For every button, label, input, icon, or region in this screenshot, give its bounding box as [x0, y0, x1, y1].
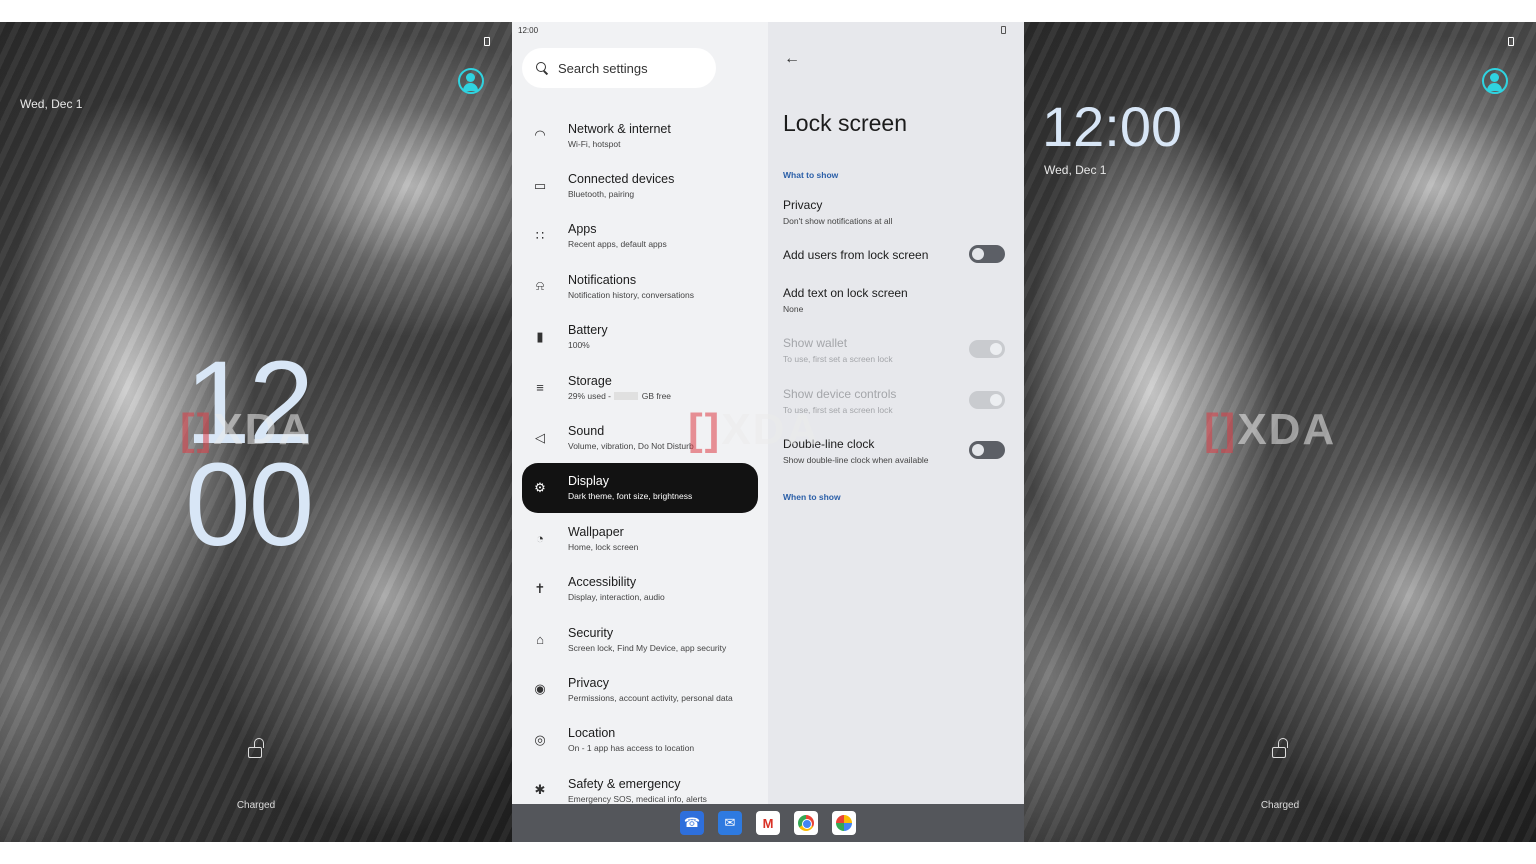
device-controls-toggle — [969, 391, 1005, 409]
user-avatar-icon[interactable] — [1482, 68, 1508, 94]
lock-date: Wed, Dec 1 — [20, 97, 83, 111]
menu-item-safety[interactable]: ✱ Safety & emergency Emergency SOS, medic… — [522, 765, 758, 804]
battery-icon — [484, 37, 490, 46]
menu-item-notifications[interactable]: ⍾ Notifications Notification history, con… — [522, 261, 758, 311]
lock-screen-settings-pane: ← Lock screen What to show Privacy Don't… — [688, 22, 1024, 804]
wifi-icon: ◠ — [534, 127, 546, 143]
lock-clock-single-line: 12:00 — [1042, 95, 1183, 158]
search-bar[interactable] — [522, 48, 716, 88]
menu-item-location[interactable]: ◎ Location On - 1 app has access to locat… — [522, 715, 758, 765]
palette-icon: ◔ — [536, 530, 544, 546]
menu-item-security[interactable]: ⌂ Security Screen lock, Find My Device, a… — [522, 614, 758, 664]
status-battery-icon — [1001, 26, 1006, 34]
menu-item-wallpaper[interactable]: ◔ Wallpaper Home, lock screen — [522, 513, 758, 563]
menu-item-battery[interactable]: ▮ Battery 100% — [522, 312, 758, 362]
section-header-what-to-show: What to show — [783, 170, 839, 180]
setting-add-text[interactable]: Add text on lock screen None — [783, 286, 1015, 314]
menu-item-privacy[interactable]: ◉ Privacy Permissions, account activity, … — [522, 664, 758, 714]
phone-app-icon[interactable]: ☎ — [680, 811, 704, 835]
menu-item-apps[interactable]: ∷ Apps Recent apps, default apps — [522, 211, 758, 261]
gmail-app-icon[interactable]: M — [756, 811, 780, 835]
section-header-when-to-show: When to show — [783, 492, 841, 502]
add-users-toggle[interactable] — [969, 245, 1005, 263]
apps-grid-icon: ∷ — [535, 227, 545, 243]
user-avatar-icon[interactable] — [458, 68, 484, 94]
watermark-logo: []XDA — [1204, 405, 1337, 454]
battery-icon: ▮ — [536, 328, 544, 344]
setting-privacy[interactable]: Privacy Don't show notifications at all — [783, 198, 1015, 226]
settings-menu: ◠ Network & internet Wi-Fi, hotspot ▭ Con… — [522, 110, 758, 804]
storage-icon: ≡ — [536, 379, 544, 395]
unlock-icon[interactable] — [248, 738, 266, 758]
settings-window: 12:00 ◠ Network & internetWi-Fi, hotspot… — [512, 22, 1024, 842]
bell-icon: ⍾ — [535, 278, 545, 294]
lock-date: Wed, Dec 1 — [1044, 163, 1107, 177]
brightness-icon: ⚙ — [534, 479, 546, 495]
photos-app-icon[interactable] — [832, 811, 856, 835]
chrome-app-icon[interactable] — [794, 811, 818, 835]
setting-add-users[interactable]: Add users from lock screen — [783, 245, 1015, 263]
asterisk-icon: ✱ — [534, 782, 546, 798]
search-input[interactable] — [558, 60, 698, 76]
location-pin-icon: ◎ — [534, 731, 546, 747]
page-title: Lock screen — [783, 110, 908, 136]
charging-status: Charged — [1260, 800, 1300, 811]
battery-icon — [1508, 37, 1514, 46]
lock-screen-right: 12:00 Wed, Dec 1 []XDA Charged — [1024, 22, 1536, 842]
menu-item-connected-devices[interactable]: ▭ Connected devices Bluetooth, pairing — [522, 160, 758, 210]
menu-item-display[interactable]: ⚙ Display Dark theme, font size, brightne… — [522, 462, 758, 514]
lock-screen-left: Wed, Dec 1 12 00 []XDA Charged — [0, 22, 512, 842]
menu-item-accessibility[interactable]: ✝ Accessibility Display, interaction, aud… — [522, 564, 758, 614]
status-time: 12:00 — [518, 26, 539, 35]
setting-show-wallet: Show wallet To use, first set a screen l… — [783, 336, 1015, 364]
screenshot-stage: Wed, Dec 1 12 00 []XDA Charged 12:00 ◠ N… — [0, 22, 1536, 842]
eye-icon: ◉ — [534, 681, 546, 697]
lock-icon: ⌂ — [536, 631, 544, 647]
taskbar-dock: ☎ ✉ M — [512, 804, 1024, 842]
watermark-logo: []XDA — [180, 405, 313, 454]
clock-minutes: 00 — [185, 439, 314, 571]
speaker-icon: ◁ — [535, 429, 545, 445]
double-line-clock-toggle[interactable] — [969, 441, 1005, 459]
watermark-logo: []XDA — [688, 405, 821, 454]
redacted-value — [614, 392, 639, 401]
accessibility-icon: ✝ — [534, 580, 546, 596]
menu-item-network[interactable]: ◠ Network & internet Wi-Fi, hotspot — [522, 110, 758, 160]
unlock-icon[interactable] — [1272, 738, 1290, 758]
back-arrow-icon[interactable]: ← — [784, 50, 800, 68]
search-icon — [536, 62, 548, 74]
messages-app-icon[interactable]: ✉ — [718, 811, 742, 835]
show-wallet-toggle — [969, 340, 1005, 358]
devices-icon: ▭ — [533, 177, 547, 193]
charging-status: Charged — [236, 800, 276, 811]
